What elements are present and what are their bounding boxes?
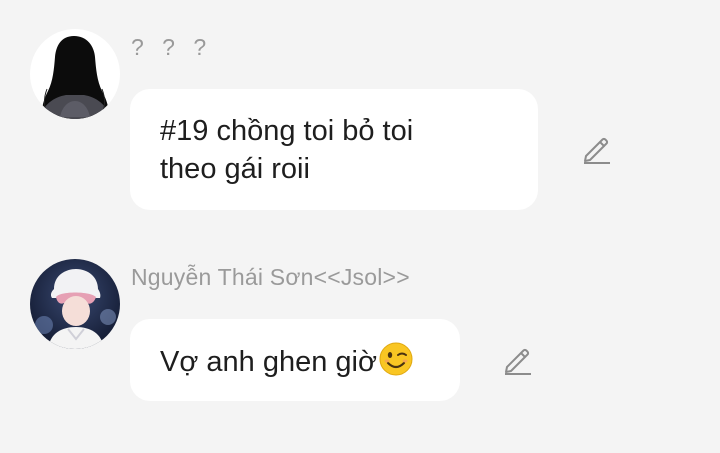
message-bubble[interactable]: Vợ anh ghen giờ (130, 319, 460, 401)
pencil-icon (584, 137, 610, 164)
message-item: Nguyễn Thái Sơn<<Jsol>> Vợ anh ghen giờ (0, 230, 720, 453)
edit-button[interactable] (578, 131, 614, 167)
message-bubble[interactable]: #19 chồng toi bỏ toi theo gái roii (130, 89, 538, 210)
avatar[interactable] (30, 259, 120, 349)
silhouette-avatar-icon (30, 29, 120, 119)
pencil-icon (505, 348, 531, 375)
sender-name: Nguyễn Thái Sơn<<Jsol>> (131, 264, 410, 290)
sender-name: ? ? ? (131, 34, 213, 60)
edit-button[interactable] (499, 342, 535, 378)
message-text-line: #19 chồng toi bỏ toi (160, 115, 414, 147)
message-item: ? ? ? #19 chồng toi bỏ toi theo gái roii (0, 0, 720, 230)
message-text: Vợ anh ghen giờ (160, 346, 378, 378)
avatar[interactable] (30, 29, 120, 119)
photo-avatar-icon (30, 259, 120, 349)
message-text-line: theo gái roii (160, 153, 310, 185)
winking-face-icon (378, 341, 414, 377)
